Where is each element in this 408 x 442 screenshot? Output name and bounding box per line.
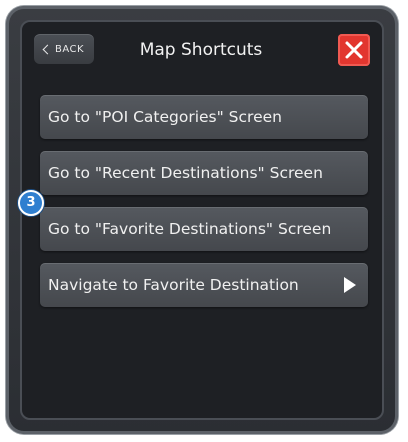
map-shortcuts-screen: BACK Map Shortcuts Go to "POI Categories…: [20, 20, 384, 420]
device-bezel: BACK Map Shortcuts Go to "POI Categories…: [6, 6, 398, 434]
close-button[interactable]: [338, 34, 370, 66]
callout-number-badge: 3: [18, 190, 44, 216]
close-icon: [345, 41, 363, 59]
menu-item-label: Go to "Recent Destinations" Screen: [48, 164, 323, 182]
menu-item-poi-categories[interactable]: Go to "POI Categories" Screen: [40, 95, 368, 139]
back-button[interactable]: BACK: [34, 34, 94, 64]
menu-item-label: Go to "Favorite Destinations" Screen: [48, 220, 332, 238]
header-bar: BACK Map Shortcuts: [22, 22, 382, 82]
menu-item-navigate-favorite[interactable]: Navigate to Favorite Destination: [40, 263, 368, 307]
menu-item-recent-destinations[interactable]: Go to "Recent Destinations" Screen: [40, 151, 368, 195]
chevron-left-icon: [42, 44, 53, 54]
menu-item-favorite-destinations[interactable]: Go to "Favorite Destinations" Screen: [40, 207, 368, 251]
play-arrow-icon: [344, 277, 356, 293]
menu-item-label: Navigate to Favorite Destination: [48, 276, 299, 294]
page-title: Map Shortcuts: [139, 40, 263, 60]
menu-item-label: Go to "POI Categories" Screen: [48, 108, 282, 126]
back-button-label: BACK: [54, 43, 85, 55]
